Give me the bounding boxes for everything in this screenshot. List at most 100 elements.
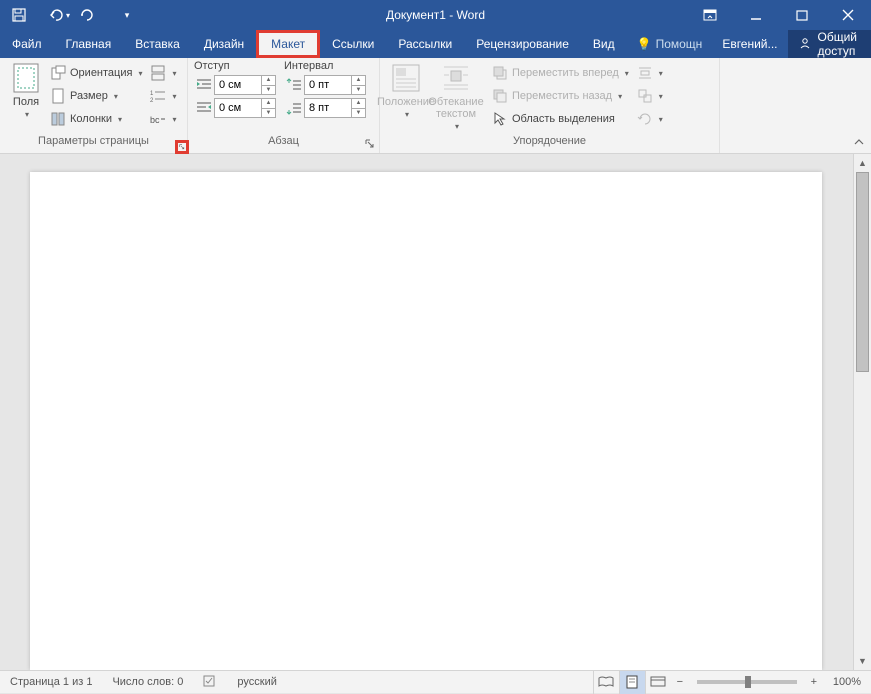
user-account[interactable]: Евгений... bbox=[712, 37, 787, 51]
page-container bbox=[0, 154, 853, 670]
group-arrange: Положение▾ Обтекание текстом▾ Переместит… bbox=[380, 58, 720, 153]
view-read-mode[interactable] bbox=[593, 671, 619, 694]
document-title: Документ1 - Word bbox=[386, 8, 485, 22]
size-icon bbox=[50, 88, 66, 104]
hyphenation-icon: bc bbox=[150, 111, 166, 127]
indent-left-icon bbox=[194, 78, 214, 92]
bring-forward-button: Переместить вперед▾ bbox=[492, 62, 629, 84]
close-button[interactable] bbox=[825, 0, 871, 30]
group-label-paragraph: Абзац bbox=[188, 135, 379, 153]
scroll-up-button[interactable]: ▲ bbox=[854, 154, 871, 172]
scroll-thumb[interactable] bbox=[856, 172, 869, 372]
zoom-thumb[interactable] bbox=[745, 676, 751, 688]
maximize-button[interactable] bbox=[779, 0, 825, 30]
line-numbers-icon: 12 bbox=[150, 88, 166, 104]
bring-forward-icon bbox=[492, 65, 508, 81]
scroll-down-button[interactable]: ▼ bbox=[854, 652, 871, 670]
send-backward-button: Переместить назад▾ bbox=[492, 85, 629, 107]
zoom-in-button[interactable]: + bbox=[805, 676, 823, 688]
space-after-spinner[interactable]: 8 пт ▲▼ bbox=[284, 98, 366, 118]
view-print-layout[interactable] bbox=[619, 671, 645, 694]
quick-access-toolbar: ▾ ▾ bbox=[0, 2, 140, 28]
lightbulb-icon: 💡 bbox=[637, 37, 652, 51]
wrap-text-icon bbox=[440, 62, 472, 94]
indent-right-spinner[interactable]: 0 см ▲▼ bbox=[194, 98, 276, 118]
space-before-spinner[interactable]: 0 пт ▲▼ bbox=[284, 75, 366, 95]
align-icon bbox=[637, 65, 653, 81]
send-backward-icon bbox=[492, 88, 508, 104]
align-button: ▾ bbox=[637, 62, 663, 84]
rotate-icon bbox=[637, 111, 653, 127]
svg-text:bc: bc bbox=[150, 115, 160, 125]
size-button[interactable]: Размер▾ bbox=[50, 85, 142, 107]
zoom-slider[interactable] bbox=[697, 680, 797, 684]
columns-icon bbox=[50, 111, 66, 127]
group-page-setup: Поля ▾ Ориентация▾ Размер▾ Колонки▾ ▾ bbox=[0, 58, 188, 153]
tab-insert[interactable]: Вставка bbox=[123, 30, 192, 58]
tab-design[interactable]: Дизайн bbox=[192, 30, 256, 58]
orientation-icon bbox=[50, 65, 66, 81]
indent-label: Отступ bbox=[194, 60, 276, 72]
line-numbers-button[interactable]: 12▾ bbox=[150, 85, 176, 107]
zoom-out-button[interactable]: − bbox=[671, 676, 689, 688]
document-page[interactable] bbox=[30, 172, 822, 670]
chevron-down-icon: ▾ bbox=[25, 110, 29, 119]
share-button[interactable]: Общий доступ bbox=[788, 30, 871, 58]
share-icon bbox=[800, 37, 812, 52]
svg-text:1: 1 bbox=[150, 91, 154, 97]
tab-review[interactable]: Рецензирование bbox=[464, 30, 581, 58]
status-language[interactable]: русский bbox=[227, 676, 286, 688]
orientation-button[interactable]: Ориентация▾ bbox=[50, 62, 142, 84]
group-label-arrange: Упорядочение bbox=[380, 135, 719, 153]
page-setup-dialog-launcher[interactable] bbox=[175, 140, 189, 154]
columns-button[interactable]: Колонки▾ bbox=[50, 108, 142, 130]
paragraph-dialog-launcher[interactable] bbox=[363, 137, 377, 151]
indent-right-icon bbox=[194, 101, 214, 115]
document-area: ▲ ▼ bbox=[0, 154, 871, 670]
breaks-icon bbox=[150, 65, 166, 81]
spacing-label: Интервал bbox=[284, 60, 366, 72]
redo-button[interactable] bbox=[74, 2, 100, 28]
ribbon-options-button[interactable] bbox=[687, 0, 733, 30]
group-label-page-setup: Параметры страницы bbox=[0, 135, 187, 153]
undo-button[interactable]: ▾ bbox=[46, 2, 72, 28]
window-controls bbox=[687, 0, 871, 30]
save-button[interactable] bbox=[6, 2, 32, 28]
minimize-button[interactable] bbox=[733, 0, 779, 30]
zoom-level[interactable]: 100% bbox=[823, 676, 871, 688]
tab-file[interactable]: Файл bbox=[0, 30, 54, 58]
breaks-button[interactable]: ▾ bbox=[150, 62, 176, 84]
tell-me-search[interactable]: 💡 Помощн bbox=[627, 37, 713, 51]
group-button: ▾ bbox=[637, 85, 663, 107]
qat-customize-button[interactable]: ▾ bbox=[114, 2, 140, 28]
group-paragraph: Отступ 0 см ▲▼ 0 см ▲▼ Интервал 0 пт ▲▼ bbox=[188, 58, 380, 153]
vertical-scrollbar[interactable]: ▲ ▼ bbox=[853, 154, 871, 670]
tab-references[interactable]: Ссылки bbox=[320, 30, 386, 58]
collapse-ribbon-button[interactable] bbox=[853, 136, 865, 151]
status-word-count[interactable]: Число слов: 0 bbox=[102, 676, 193, 688]
position-icon bbox=[390, 62, 422, 94]
position-button: Положение▾ bbox=[386, 62, 426, 135]
title-bar: ▾ ▾ Документ1 - Word bbox=[0, 0, 871, 30]
space-before-icon bbox=[284, 78, 304, 92]
wrap-text-button: Обтекание текстом▾ bbox=[426, 62, 486, 135]
status-spell-check[interactable] bbox=[193, 674, 227, 691]
status-page[interactable]: Страница 1 из 1 bbox=[0, 676, 102, 688]
tab-home[interactable]: Главная bbox=[54, 30, 124, 58]
ribbon-tabs: Файл Главная Вставка Дизайн Макет Ссылки… bbox=[0, 30, 871, 58]
margins-button[interactable]: Поля ▾ bbox=[6, 62, 46, 135]
selection-pane-button[interactable]: Область выделения bbox=[492, 108, 629, 130]
spell-check-icon bbox=[203, 674, 217, 691]
tab-layout[interactable]: Макет bbox=[256, 30, 320, 58]
tab-view[interactable]: Вид bbox=[581, 30, 627, 58]
space-after-icon bbox=[284, 101, 304, 115]
view-web-layout[interactable] bbox=[645, 671, 671, 694]
rotate-button: ▾ bbox=[637, 108, 663, 130]
svg-text:2: 2 bbox=[150, 98, 154, 104]
tab-mailings[interactable]: Рассылки bbox=[386, 30, 464, 58]
indent-left-spinner[interactable]: 0 см ▲▼ bbox=[194, 75, 276, 95]
status-bar: Страница 1 из 1 Число слов: 0 русский − … bbox=[0, 670, 871, 693]
scroll-track[interactable] bbox=[854, 172, 871, 652]
group-icon bbox=[637, 88, 653, 104]
hyphenation-button[interactable]: bc▾ bbox=[150, 108, 176, 130]
